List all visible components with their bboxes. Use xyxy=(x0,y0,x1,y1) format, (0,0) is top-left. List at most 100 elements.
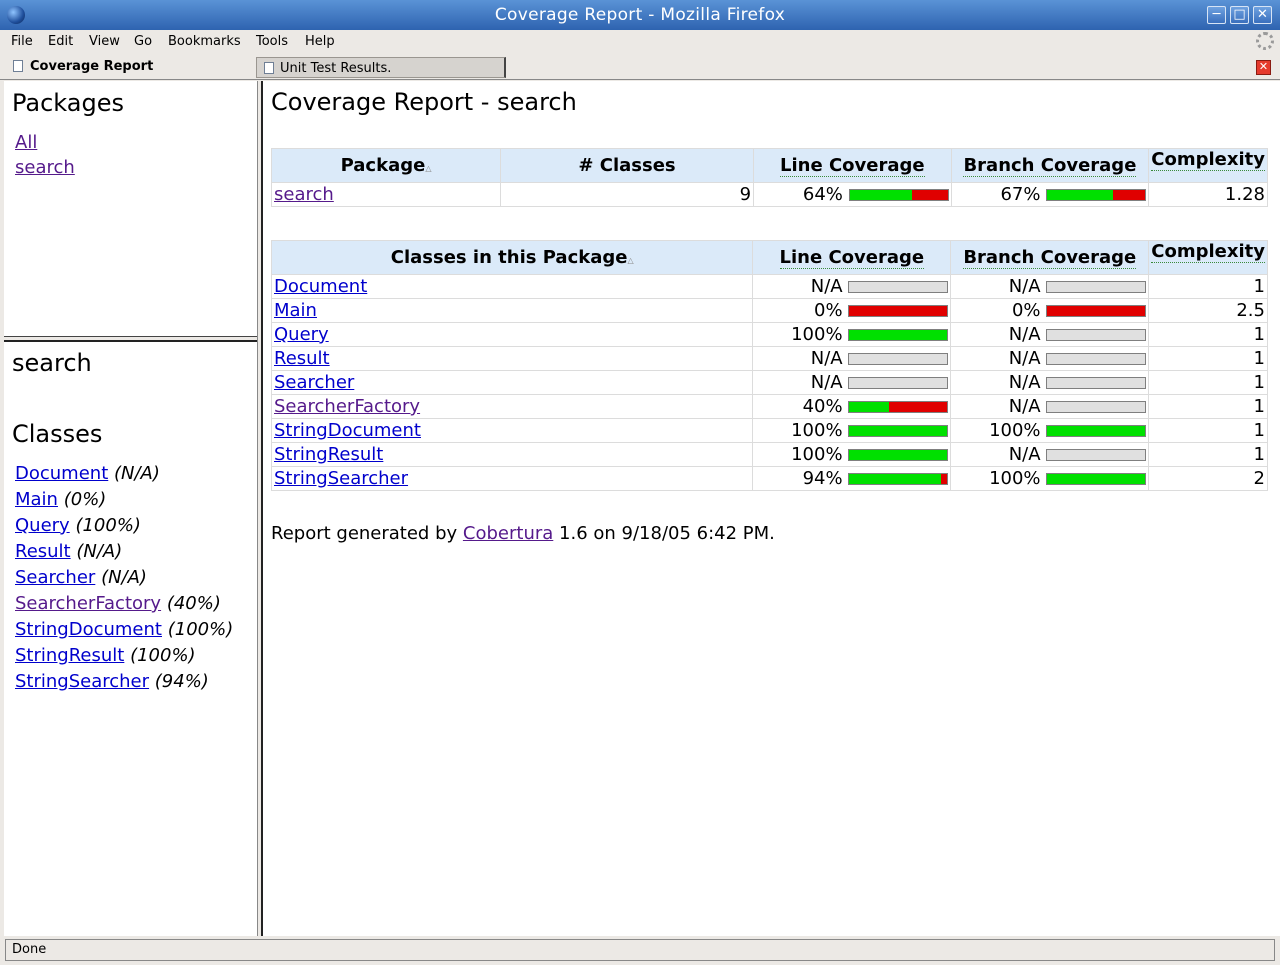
menu-help[interactable]: Help xyxy=(305,34,335,49)
menu-bookmarks[interactable]: Bookmarks xyxy=(168,34,241,49)
main-frame[interactable]: Coverage Report - search Package△ # Clas… xyxy=(263,81,1280,936)
class-link[interactable]: Main xyxy=(15,489,58,510)
class-link[interactable]: Query xyxy=(15,515,70,536)
class-row-link[interactable]: Query xyxy=(274,324,329,345)
line-coverage-value: 40% xyxy=(802,396,843,417)
menu-tools[interactable]: Tools xyxy=(256,34,288,49)
class-row-link[interactable]: Searcher xyxy=(274,372,354,393)
tab-unit-test-results[interactable]: Unit Test Results. xyxy=(256,57,506,78)
list-item: StringSearcher (94%) xyxy=(15,671,209,692)
list-item: Query (100%) xyxy=(15,515,141,536)
line-coverage-bar xyxy=(848,329,949,341)
class-link[interactable]: StringSearcher xyxy=(15,671,149,692)
class-link[interactable]: Result xyxy=(15,541,71,562)
complexity-value: 2.5 xyxy=(1148,298,1268,323)
throbber-icon xyxy=(1256,32,1274,50)
class-row-link[interactable]: Main xyxy=(274,300,317,321)
branch-coverage-bar xyxy=(1046,401,1147,413)
covered-fill xyxy=(849,426,948,436)
package-link-search[interactable]: search xyxy=(15,157,75,178)
class-coverage-pct: (0%) xyxy=(63,489,107,510)
branch-coverage-value: N/A xyxy=(1008,324,1041,345)
class-row-link[interactable]: StringSearcher xyxy=(274,468,408,489)
covered-fill xyxy=(1047,474,1146,484)
uncovered-fill xyxy=(1112,190,1146,200)
list-item: Document (N/A) xyxy=(15,463,160,484)
package-table: Package△ # Classes Line Coverage Branch … xyxy=(270,148,1268,207)
line-coverage-bar xyxy=(848,473,949,485)
line-coverage-value: 100% xyxy=(791,324,843,345)
branch-coverage-value: 100% xyxy=(989,468,1041,489)
class-coverage-pct: (N/A) xyxy=(101,567,147,588)
close-tab-icon[interactable]: ✕ xyxy=(1256,60,1271,75)
line-coverage-bar xyxy=(848,401,949,413)
header-complexity: Complexity xyxy=(1151,149,1265,171)
header-classes-in-package[interactable]: Classes in this Package△ xyxy=(270,240,754,275)
line-coverage-value: 94% xyxy=(802,468,843,489)
class-row-link[interactable]: Result xyxy=(274,348,330,369)
line-coverage-value: N/A xyxy=(810,276,843,297)
header-package-label: Package xyxy=(340,155,426,176)
cobertura-link[interactable]: Cobertura xyxy=(463,523,553,544)
table-row: Searcher N/A N/A 1 xyxy=(270,370,1268,395)
class-row-link[interactable]: StringDocument xyxy=(274,420,421,441)
covered-fill xyxy=(1047,190,1113,200)
class-row-link[interactable]: Document xyxy=(274,276,367,297)
covered-fill xyxy=(849,450,948,460)
package-link-all[interactable]: All xyxy=(15,132,37,153)
class-link[interactable]: StringResult xyxy=(15,645,124,666)
list-item: StringResult (100%) xyxy=(15,645,196,666)
class-coverage-pct: (N/A) xyxy=(76,541,123,562)
menu-edit[interactable]: Edit xyxy=(48,34,73,49)
frame-title-label: Coverage Report xyxy=(30,59,154,74)
table-row: search 9 64% 67% 1.28 xyxy=(270,182,1268,207)
line-coverage-bar xyxy=(848,353,949,365)
list-item: Result (N/A) xyxy=(15,541,122,562)
table-row: StringDocument 100% 100% 1 xyxy=(270,418,1268,443)
header-package[interactable]: Package△ xyxy=(270,148,502,183)
close-window-icon[interactable]: ✕ xyxy=(1253,6,1272,24)
complexity-value: 1 xyxy=(1148,346,1268,371)
packages-frame[interactable]: Packages All search xyxy=(4,81,257,336)
classes-table-header: Classes in this Package△ Line Coverage B… xyxy=(270,240,1268,275)
maximize-icon[interactable]: □ xyxy=(1230,6,1249,24)
package-name-heading: search xyxy=(12,349,92,377)
branch-coverage-bar xyxy=(1046,305,1147,317)
line-coverage-bar xyxy=(848,377,949,389)
branch-coverage-value: 0% xyxy=(1011,300,1041,321)
table-row: Document N/A N/A 1 xyxy=(270,274,1268,299)
table-row: Query 100% N/A 1 xyxy=(270,322,1268,347)
classes-frame[interactable]: search Classes Document (N/A) Main (0%) Qu… xyxy=(4,342,257,936)
class-coverage-pct: (94%) xyxy=(154,671,209,692)
header-line-coverage: Line Coverage xyxy=(780,155,925,177)
class-coverage-pct: (100%) xyxy=(75,515,141,536)
branch-coverage-value: 67% xyxy=(1000,184,1041,205)
minimize-icon[interactable]: ─ xyxy=(1207,6,1226,24)
class-row-link[interactable]: StringResult xyxy=(274,444,383,465)
header-branch-coverage: Branch Coverage xyxy=(963,247,1137,269)
covered-fill xyxy=(849,402,889,412)
classes-heading: Classes xyxy=(12,420,103,448)
frame-title-coverage-report[interactable]: Coverage Report xyxy=(4,56,254,78)
class-link[interactable]: Document xyxy=(15,463,108,484)
package-table-header: Package△ # Classes Line Coverage Branch … xyxy=(270,148,1268,183)
line-coverage-value: N/A xyxy=(810,372,843,393)
package-row-link[interactable]: search xyxy=(274,184,334,205)
menu-go[interactable]: Go xyxy=(134,34,152,49)
status-text: Done xyxy=(5,939,1275,961)
menu-file[interactable]: File xyxy=(11,34,33,49)
class-coverage-pct: (40%) xyxy=(166,593,221,614)
menu-view[interactable]: View xyxy=(89,34,120,49)
uncovered-fill xyxy=(849,306,948,316)
classes-count: 9 xyxy=(500,182,755,207)
branch-coverage-value: N/A xyxy=(1008,396,1041,417)
class-link[interactable]: SearcherFactory xyxy=(15,593,161,614)
table-row: Result N/A N/A 1 xyxy=(270,346,1268,371)
branch-coverage-bar xyxy=(1046,281,1147,293)
class-link[interactable]: StringDocument xyxy=(15,619,162,640)
class-row-link[interactable]: SearcherFactory xyxy=(274,396,420,417)
covered-fill xyxy=(849,190,913,200)
complexity-value: 1 xyxy=(1148,442,1268,467)
class-link[interactable]: Searcher xyxy=(15,567,95,588)
title-bar[interactable]: Coverage Report - Mozilla Firefox ─ □ ✕ xyxy=(0,0,1280,30)
